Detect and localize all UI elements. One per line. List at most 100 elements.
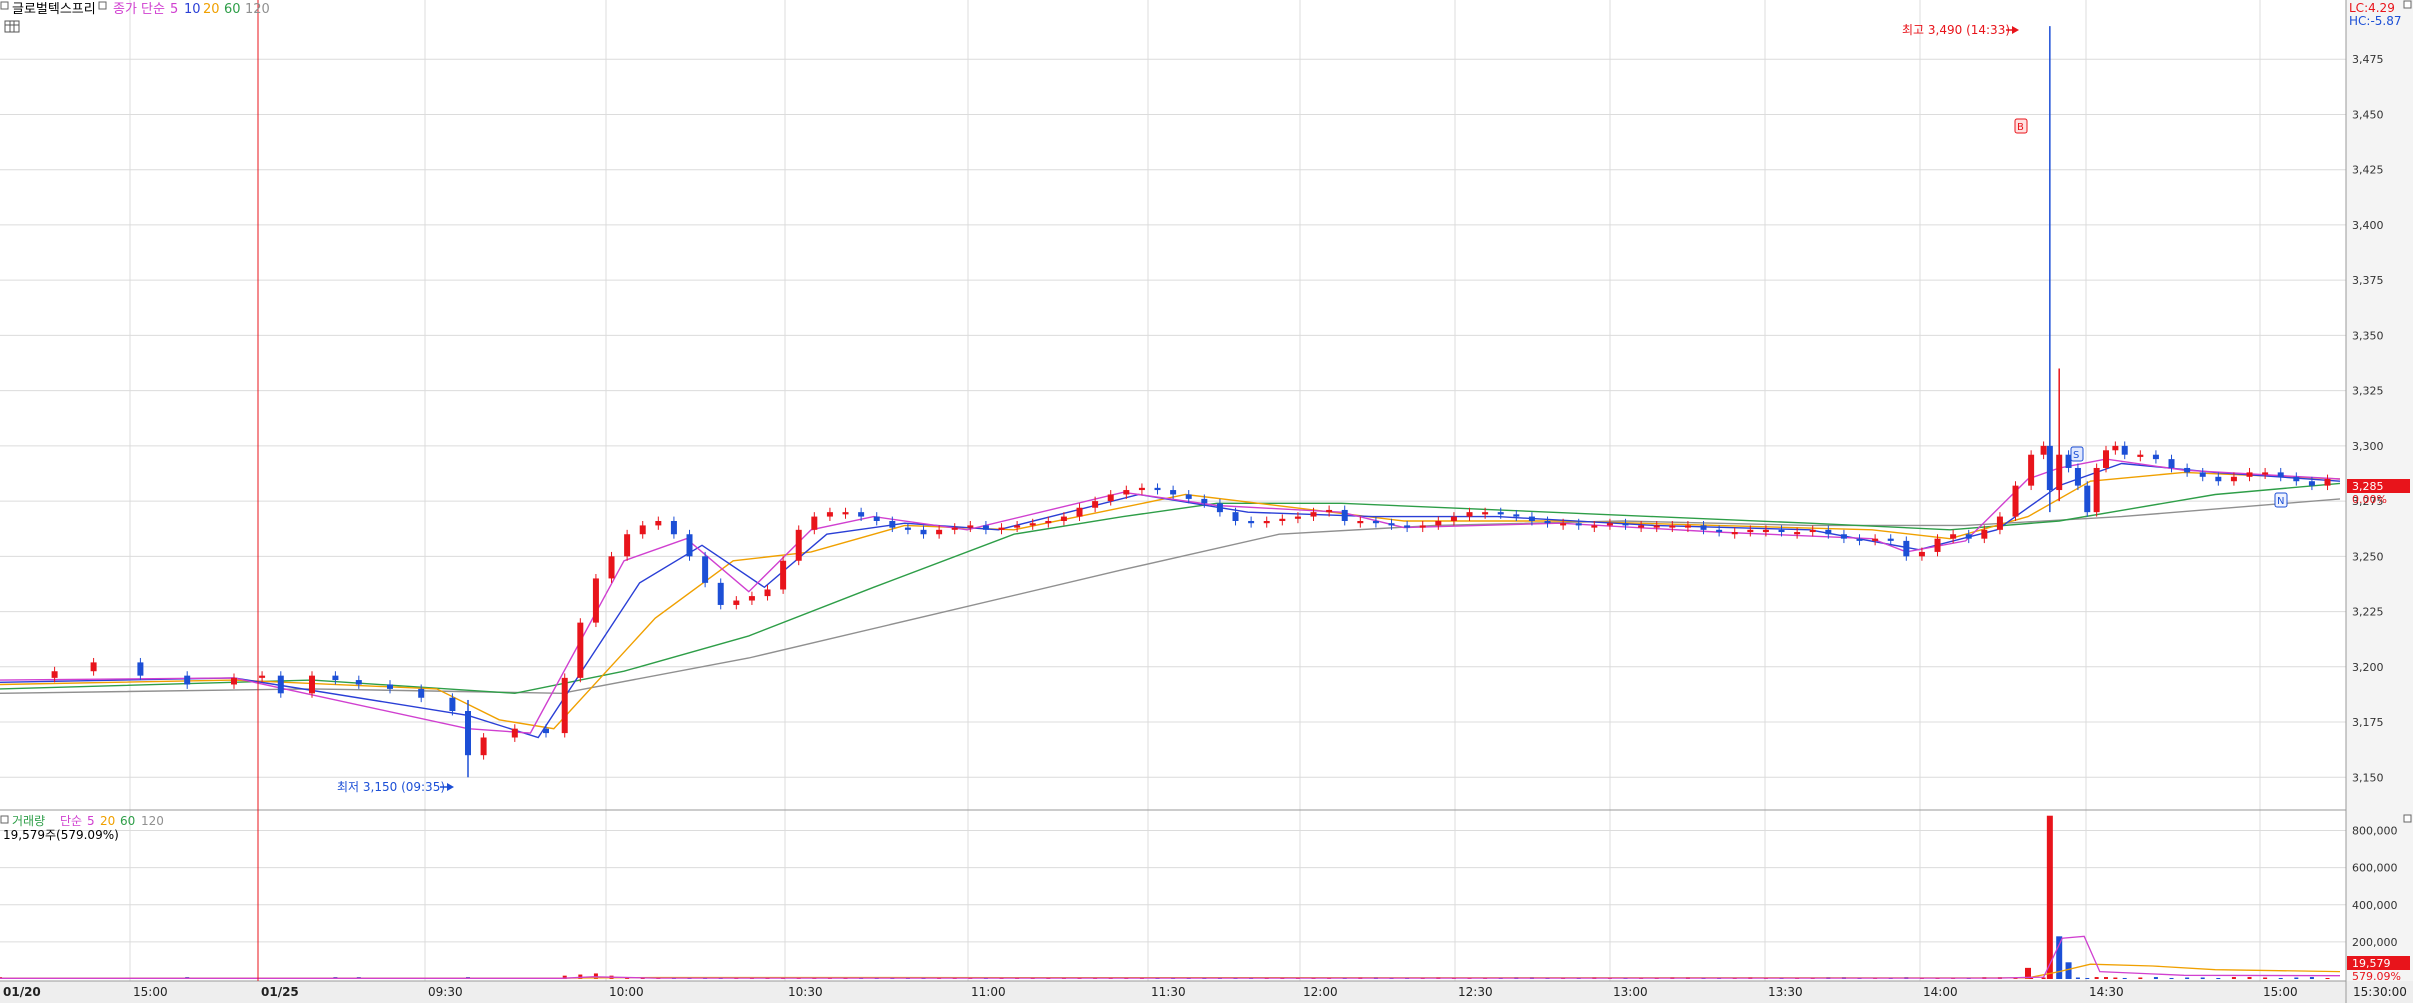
volume-bar [2231,977,2236,979]
ma-period-5[interactable]: 5 [170,2,178,17]
price-tick-label: 3,175 [2352,716,2384,729]
candle-body [1404,525,1411,528]
candle-body [1357,520,1364,524]
price-title[interactable]: 종가 [113,2,137,17]
candle-body [2012,485,2019,517]
candle-body [1778,529,1785,533]
volume-panel-close-icon[interactable] [2403,814,2412,823]
candle-body [1606,523,1613,526]
candle-body [1341,509,1348,521]
candle-body [2308,481,2315,486]
volume-bar [2065,962,2072,979]
candle-body [2168,459,2175,468]
volume-tick-label: 400,000 [2352,899,2398,912]
candle-body [1638,525,1645,528]
candle-body [1263,520,1270,524]
svg-text:B: B [2017,122,2024,133]
candle-body [1497,512,1504,515]
candle-body [1014,525,1021,528]
candle-body [1513,514,1520,517]
ma-period-60[interactable]: 60 [224,2,241,17]
volume-bar [2085,977,2090,979]
candle-body [1248,520,1255,524]
stock-chart: 3,1503,1753,2003,2253,2503,2753,3003,325… [0,0,2413,1003]
price-tick-label: 3,375 [2352,274,2384,287]
candle-body [1856,538,1863,541]
high-label: 최고 3,490 (14:33) [1902,23,2010,37]
price-tick-label: 3,325 [2352,385,2384,398]
stock-name[interactable]: 글로벌텍스프리 [12,2,96,17]
candle-body [1232,512,1239,521]
candle-body [1825,529,1832,535]
volume-menu-icon[interactable] [0,815,9,824]
candle-body [1591,525,1598,528]
candle-body [332,675,339,681]
lc-label: LC:4.29 [2349,1,2395,15]
price-tick-label: 3,350 [2352,329,2384,342]
candle-body [1123,490,1130,495]
volume-bar [2185,977,2190,979]
candle-body [1450,516,1457,521]
table-icon[interactable] [4,20,20,33]
low-label: 최저 3,150 (09:35) [337,780,445,794]
volume-ma-20[interactable]: 20 [100,814,115,828]
candle-body [1419,525,1426,528]
volume-current-line: 19,579주(579.09%) [3,828,119,842]
ma-period-120[interactable]: 120 [245,2,270,17]
volume-ma-5[interactable]: 5 [87,814,95,828]
volume-bar [2263,977,2268,979]
candle-body [2103,450,2109,468]
sell-marker[interactable]: S [2070,446,2084,462]
candle-body [1684,525,1691,528]
time-tick-label: 15:30:00 [2353,985,2407,999]
volume-bar [2094,977,2099,979]
time-tick-label: 13:30 [1768,985,1803,999]
candle-body [1185,494,1192,499]
candle-body [764,589,771,597]
volume-ma-type[interactable]: 단순 [60,814,82,828]
candle-body [1981,529,1988,539]
candle-body [1092,501,1099,508]
candle-body [1950,534,1957,539]
candle-body [998,527,1005,530]
candle-body [1887,538,1894,541]
panel-menu-icon[interactable] [0,1,9,10]
candle-body [2324,479,2331,486]
candle-body [1560,523,1567,526]
candle-body [184,675,191,685]
current-price-change: 0.00% [2352,493,2387,506]
price-tick-label: 3,300 [2352,440,2384,453]
candle-body [795,529,802,561]
news-marker[interactable]: N [2274,492,2288,508]
candle-body [577,622,584,678]
ma-period-10[interactable]: 10 [184,2,201,17]
buy-marker[interactable]: B [2014,118,2028,134]
candle-body [982,525,989,530]
candle-body [1747,529,1754,533]
candle-body [418,688,425,698]
volume-title[interactable]: 거래량 [12,814,45,828]
svg-text:N: N [2277,496,2284,507]
volume-ma-60[interactable]: 60 [120,814,135,828]
candle-body [1310,512,1317,517]
candle-body [1575,523,1582,526]
indicator-menu-icon[interactable] [98,1,107,10]
ma-type[interactable]: 단순 [141,2,165,17]
time-tick-label: 15:00 [2263,985,2298,999]
volume-bar [2309,977,2314,979]
candle-body [1918,551,1925,557]
panel-close-icon[interactable] [2403,0,2412,9]
time-tick-label: 10:30 [788,985,823,999]
candle-body [717,582,724,605]
time-tick-label: 12:30 [1458,985,1493,999]
ma-period-20[interactable]: 20 [203,2,220,17]
candle-body [1872,538,1879,541]
time-tick-label: 12:00 [1303,985,1338,999]
candle-body [811,516,818,530]
candle-body [1840,534,1847,539]
candle-body [1903,540,1910,557]
candle-body [733,600,740,605]
candle-body [1716,529,1723,533]
candle-body [967,525,974,528]
volume-ma-120[interactable]: 120 [141,814,164,828]
